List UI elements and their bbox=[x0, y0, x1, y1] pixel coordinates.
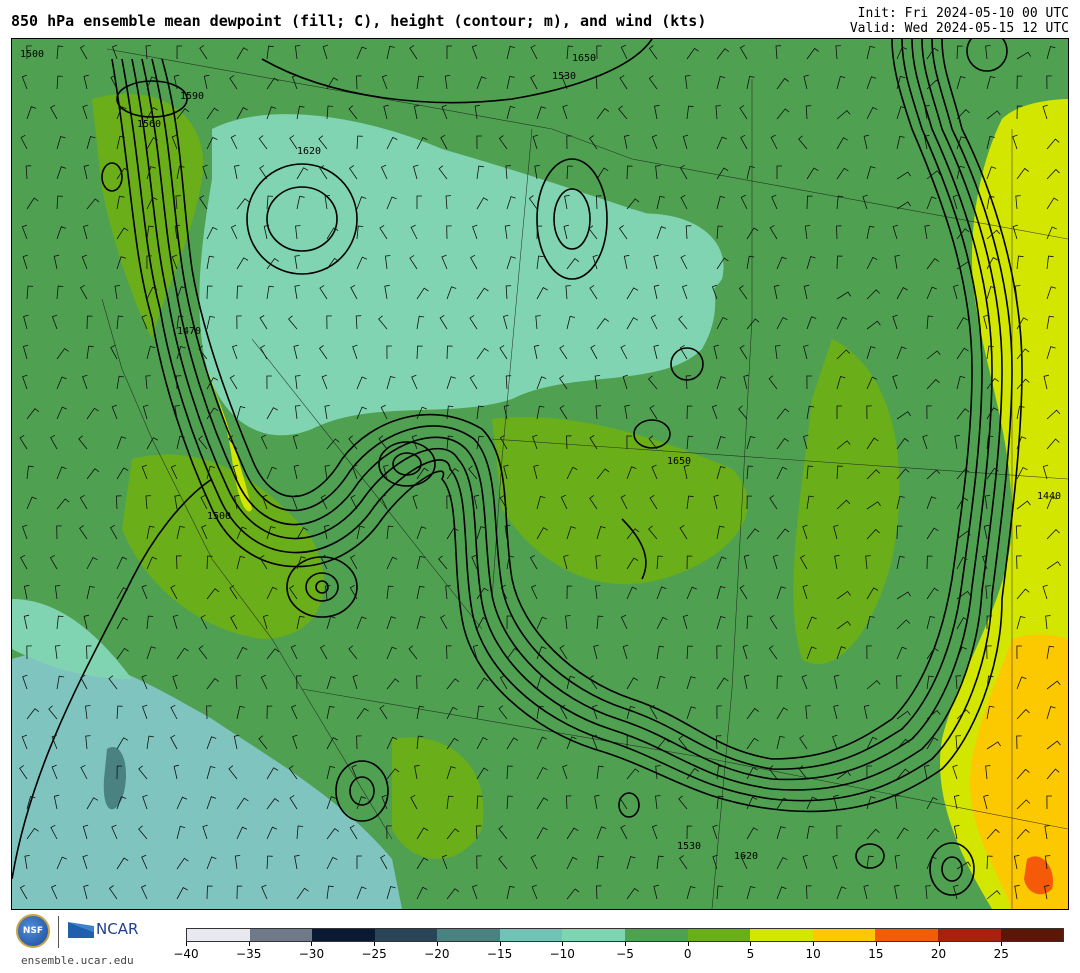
logo-divider bbox=[58, 916, 59, 948]
contour-label: 1530 bbox=[677, 841, 701, 852]
colorbar-swatch bbox=[750, 929, 813, 941]
colorbar-swatch bbox=[625, 929, 688, 941]
nsf-logo: NSF bbox=[16, 914, 50, 948]
contour-label: 1590 bbox=[180, 91, 204, 102]
ncar-logo-text: NCAR bbox=[96, 920, 139, 938]
colorbar-tick: −40 bbox=[166, 942, 206, 961]
colorbar-swatch bbox=[187, 929, 250, 941]
colorbar-swatch bbox=[312, 929, 375, 941]
logo-area: NSF NCAR ensemble.ucar.edu bbox=[14, 912, 164, 970]
colorbar bbox=[186, 928, 1064, 942]
colorbar-swatch bbox=[499, 929, 563, 941]
ncar-logo: NCAR bbox=[68, 920, 138, 938]
colorbar-swatch bbox=[687, 929, 751, 941]
colorbar-swatch bbox=[374, 929, 438, 941]
colorbar-swatch bbox=[249, 929, 313, 941]
colorbar-swatch bbox=[937, 929, 1001, 941]
colorbar-swatch bbox=[437, 929, 500, 941]
contour-label: 1560 bbox=[137, 119, 161, 130]
colorbar-tick: 15 bbox=[856, 942, 896, 961]
valid-time: Valid: Wed 2024-05-15 12 UTC bbox=[849, 21, 1069, 36]
colorbar-tick: −20 bbox=[417, 942, 457, 961]
colorbar-tick: 0 bbox=[668, 942, 708, 961]
colorbar-tick: −15 bbox=[480, 942, 520, 961]
map-canvas: 1500 1560 1620 1530 1650 1590 1470 1440 … bbox=[12, 39, 1068, 909]
colorbar-tick: −30 bbox=[291, 942, 331, 961]
map-title: 850 hPa ensemble mean dewpoint (fill; C)… bbox=[11, 12, 707, 30]
colorbar-tick: −35 bbox=[229, 942, 269, 961]
contour-label: 1440 bbox=[1037, 491, 1061, 502]
colorbar-tick: 10 bbox=[793, 942, 833, 961]
contour-label: 1650 bbox=[572, 53, 596, 64]
colorbar-ticks: −40 −35 −30 −25 −20 −15 −10 −5 0 5 10 15 20 25 bbox=[173, 942, 1064, 968]
colorbar-tick: −25 bbox=[354, 942, 394, 961]
contour-label: 1500 bbox=[207, 511, 231, 522]
contour-label: 1620 bbox=[734, 851, 758, 862]
colorbar-tick: 5 bbox=[730, 942, 770, 961]
time-info: Init: Fri 2024-05-10 00 UTC Valid: Wed 2… bbox=[850, 6, 1069, 36]
contour-label: 1620 bbox=[297, 146, 321, 157]
colorbar-tick: 20 bbox=[919, 942, 959, 961]
init-time: Init: Fri 2024-05-10 00 UTC bbox=[857, 6, 1069, 21]
colorbar-swatch bbox=[1000, 929, 1064, 941]
site-url: ensemble.ucar.edu bbox=[21, 954, 134, 967]
ncar-mark-icon bbox=[68, 922, 94, 938]
contour-label: 1470 bbox=[177, 326, 201, 337]
colorbar-tick: −5 bbox=[605, 942, 645, 961]
weather-map[interactable]: 1500 1560 1620 1530 1650 1590 1470 1440 … bbox=[11, 38, 1069, 910]
colorbar-swatch bbox=[875, 929, 938, 941]
contour-label: 1500 bbox=[20, 49, 44, 60]
colorbar-swatch bbox=[562, 929, 626, 941]
colorbar-swatch bbox=[812, 929, 876, 941]
colorbar-tick: 25 bbox=[981, 942, 1021, 961]
colorbar-tick: −10 bbox=[542, 942, 582, 961]
